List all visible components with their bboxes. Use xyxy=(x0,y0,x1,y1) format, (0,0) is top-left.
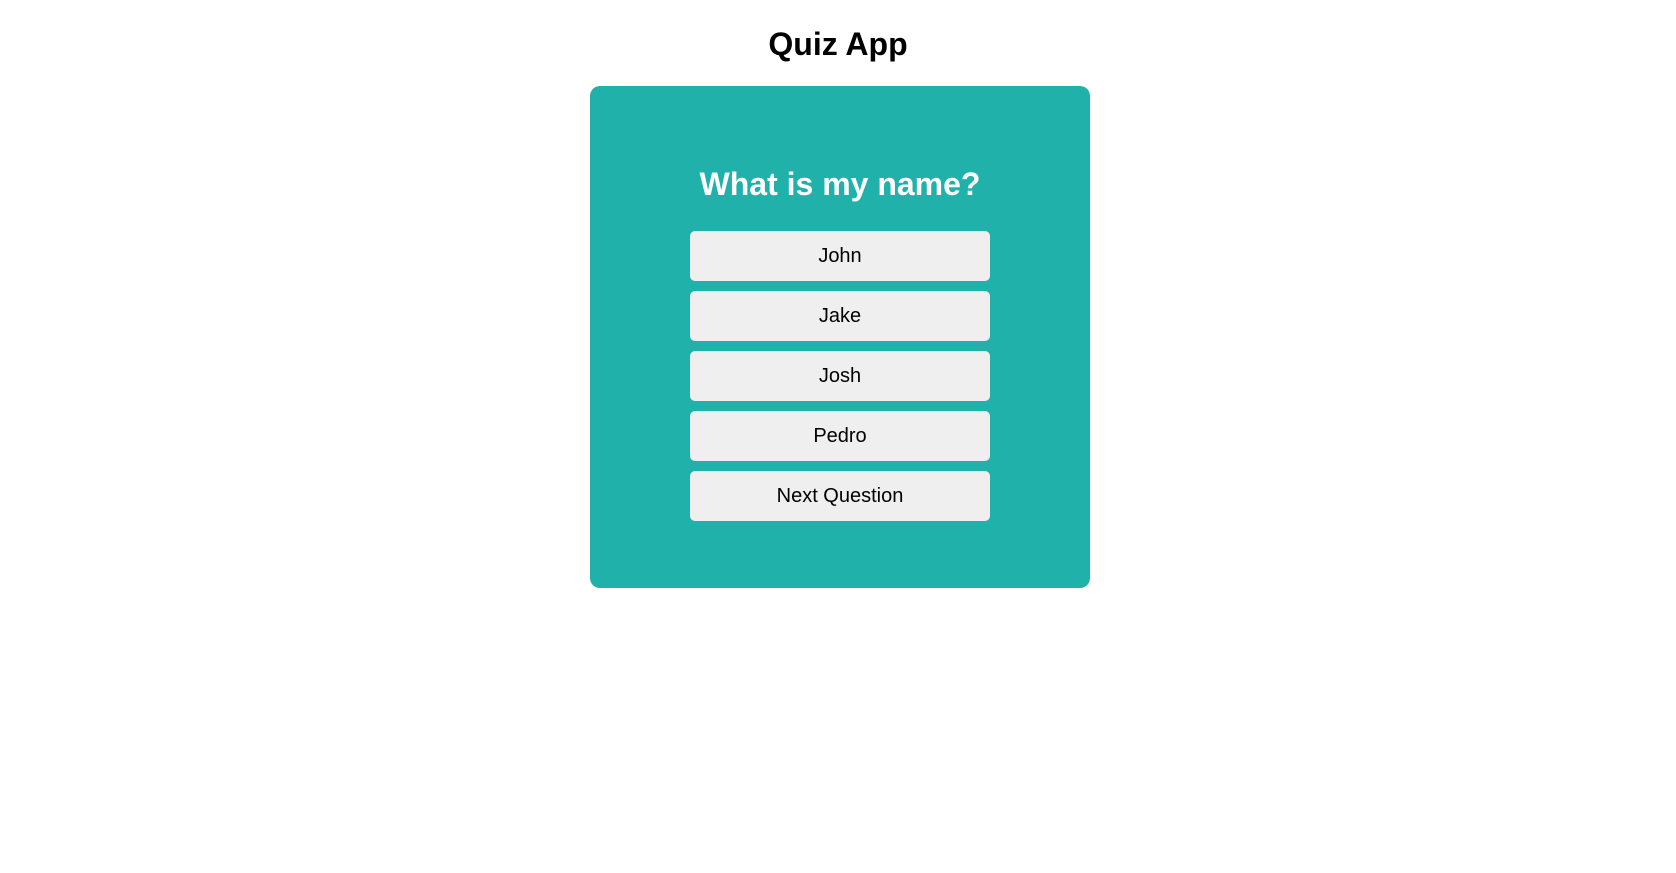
next-question-button[interactable]: Next Question xyxy=(690,471,990,521)
answer-button-josh[interactable]: Josh xyxy=(690,351,990,401)
quiz-card: What is my name? John Jake Josh Pedro Ne… xyxy=(590,86,1090,588)
app-title: Quiz App xyxy=(768,26,908,62)
answer-button-john[interactable]: John xyxy=(690,231,990,281)
answer-button-jake[interactable]: Jake xyxy=(690,291,990,341)
question-text: What is my name? xyxy=(699,166,981,202)
answer-button-pedro[interactable]: Pedro xyxy=(690,411,990,461)
